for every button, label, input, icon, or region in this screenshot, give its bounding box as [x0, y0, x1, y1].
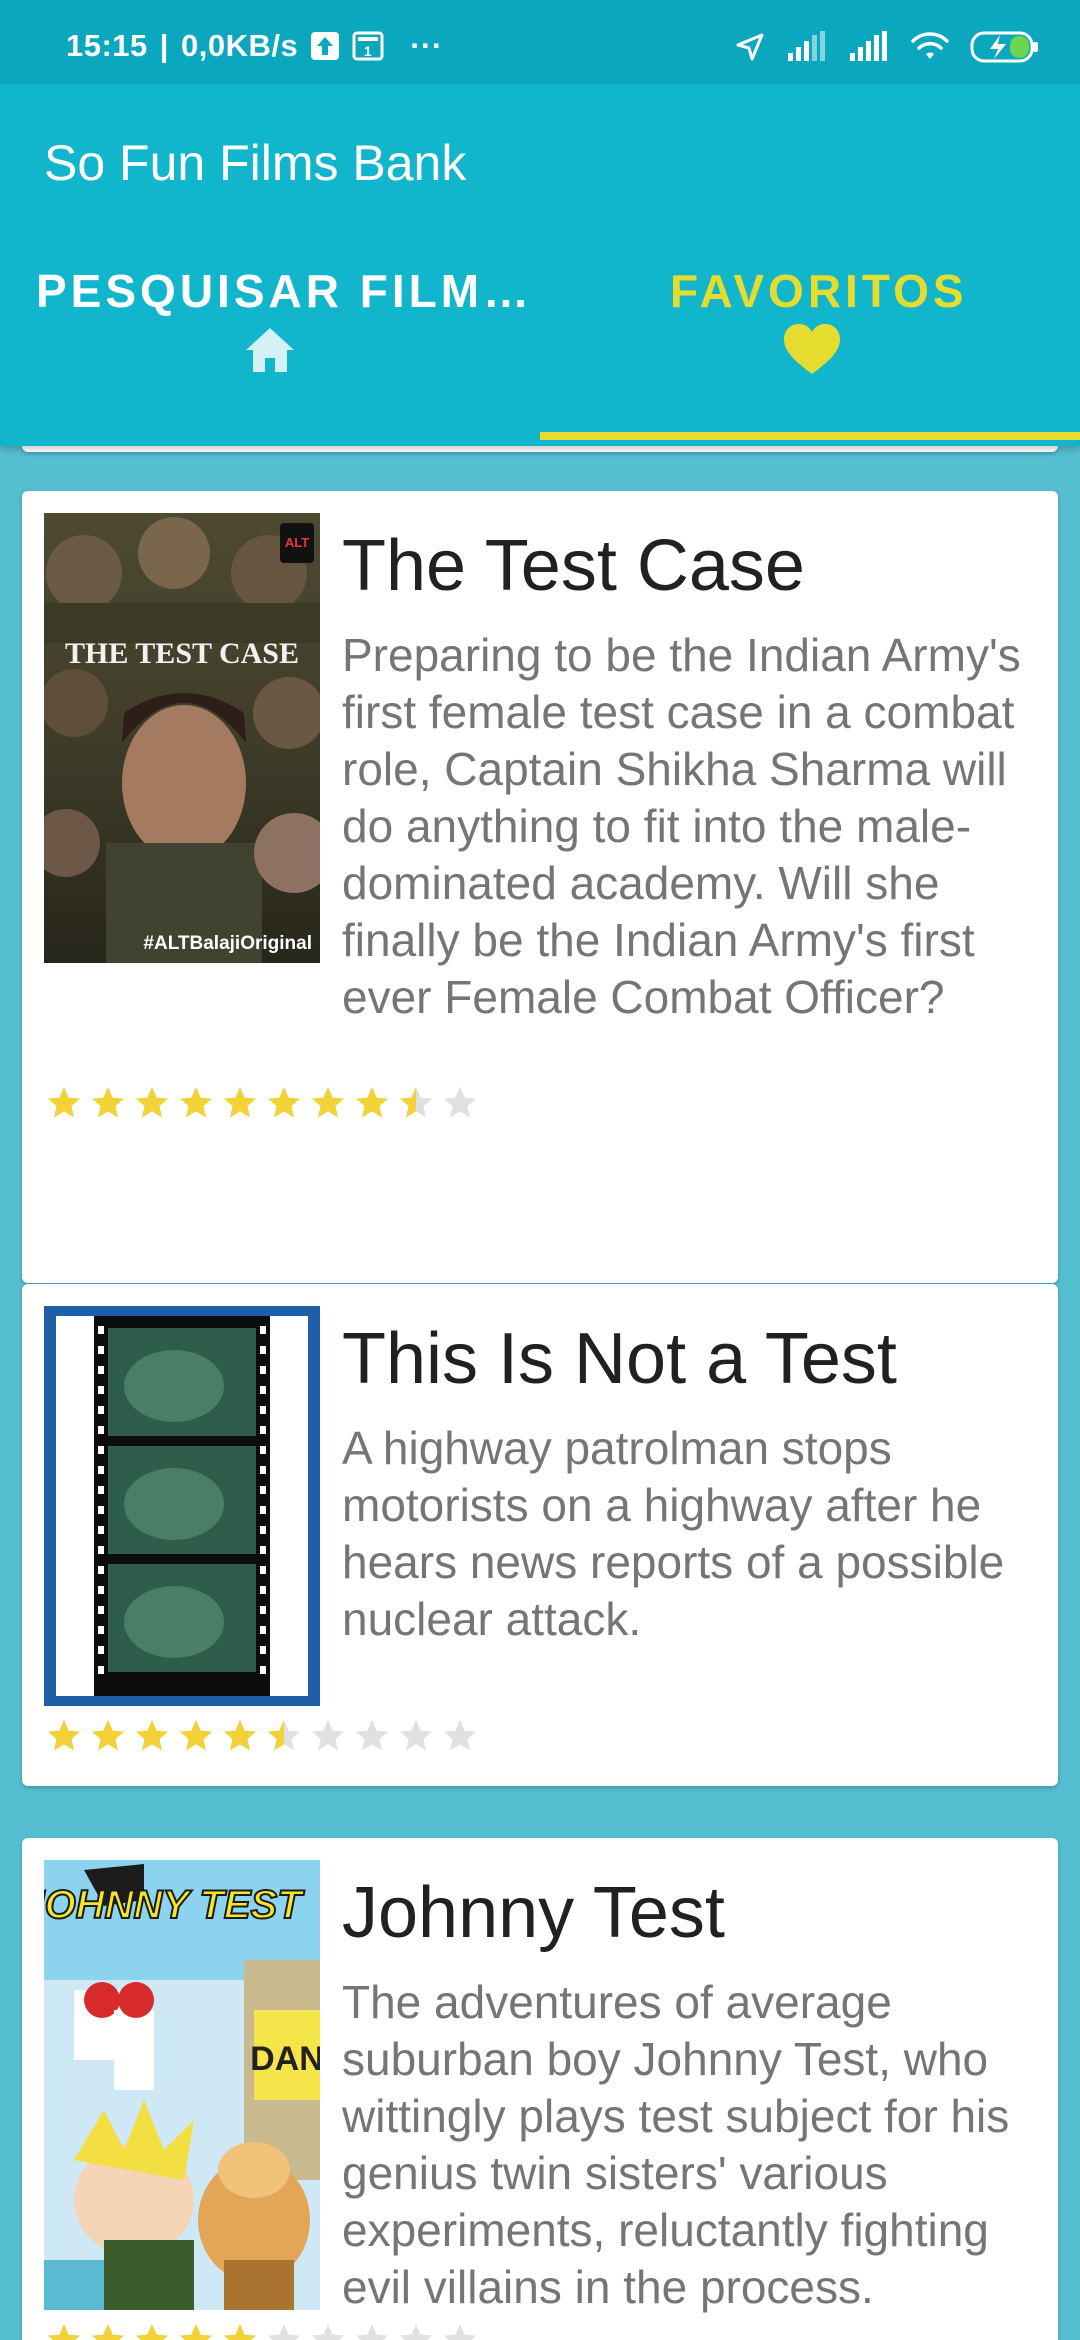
star-full-icon	[266, 1085, 302, 1121]
status-separator: |	[159, 28, 169, 63]
star-half-icon	[398, 1085, 434, 1121]
star-empty-icon	[354, 2322, 390, 2340]
poster-logo: ALT	[285, 535, 309, 550]
status-more-indicator: ···	[410, 28, 443, 63]
star-full-icon	[178, 1718, 214, 1754]
status-time: 15:15	[66, 28, 148, 63]
poster-tag: #ALTBalajiOriginal	[143, 933, 312, 954]
movie-description: The adventures of average suburban boy J…	[342, 1976, 1010, 2313]
status-right	[734, 30, 1040, 69]
poster-title-text: THE TEST CASE	[65, 637, 299, 670]
svg-text:1: 1	[364, 43, 372, 59]
star-empty-icon	[442, 1085, 478, 1121]
movie-card[interactable]: DAN JOHNNY TEST Johnny Test The adventur…	[22, 1838, 1058, 2340]
tab-search-label: PESQUISAR FILM…	[36, 265, 534, 317]
tab-search-films[interactable]: PESQUISAR FILM…	[0, 264, 540, 446]
star-full-icon	[134, 1718, 170, 1754]
star-empty-icon	[442, 1718, 478, 1754]
movie-title: This Is Not a Test	[342, 1319, 897, 1399]
tab-favorites-label: FAVORITOS	[670, 265, 968, 317]
tab-favorites[interactable]: FAVORITOS	[540, 264, 1080, 446]
star-full-icon	[90, 2322, 126, 2340]
movie-card[interactable]: ALT THE TEST CASE #ALTBalajiOriginal The…	[22, 491, 1058, 1283]
star-empty-icon	[398, 2322, 434, 2340]
tab-selected-indicator	[540, 432, 1080, 440]
star-full-icon	[134, 1085, 170, 1121]
star-full-icon	[90, 1085, 126, 1121]
app-title: So Fun Films Bank	[44, 135, 467, 191]
star-full-icon	[178, 2322, 214, 2340]
sim-icon: 1	[352, 31, 384, 61]
home-icon	[242, 322, 298, 378]
star-empty-icon	[398, 1718, 434, 1754]
poster-sign: DAN	[250, 2040, 320, 2078]
status-network-speed: 0,0KB/s	[180, 28, 299, 63]
star-half-icon	[266, 1718, 302, 1754]
rating-stars	[46, 1085, 478, 1121]
movie-poster: DAN JOHNNY TEST	[44, 1860, 320, 2310]
star-full-icon	[222, 1718, 258, 1754]
poster-title-text: JOHNNY TEST	[44, 1883, 305, 1927]
star-full-icon	[310, 1085, 346, 1121]
star-empty-icon	[310, 1718, 346, 1754]
movie-card[interactable]: This Is Not a Test A highway patrolman s…	[22, 1284, 1058, 1786]
previous-card-edge	[22, 446, 1058, 452]
movie-poster: ALT THE TEST CASE #ALTBalajiOriginal	[44, 513, 320, 963]
movie-poster	[44, 1306, 320, 1706]
signal-icon	[848, 31, 890, 68]
status-bar: 15:15 | 0,0KB/s 1 ···	[0, 0, 1080, 84]
star-empty-icon	[354, 1718, 390, 1754]
wifi-icon	[910, 31, 950, 68]
star-full-icon	[354, 1085, 390, 1121]
movie-description: Preparing to be the Indian Army's first …	[342, 629, 1021, 1023]
heart-icon	[782, 322, 840, 378]
battery-charging-icon	[970, 30, 1040, 69]
star-empty-icon	[310, 2322, 346, 2340]
star-full-icon	[46, 2322, 82, 2340]
movie-description: A highway patrolman stops motorists on a…	[342, 1422, 1005, 1645]
movie-title: Johnny Test	[342, 1873, 725, 1953]
star-empty-icon	[442, 2322, 478, 2340]
star-full-icon	[222, 2322, 258, 2340]
app-bar: So Fun Films Bank PESQUISAR FILM… FAVORI…	[0, 84, 1080, 446]
star-full-icon	[134, 2322, 170, 2340]
movie-title: The Test Case	[342, 526, 805, 606]
star-full-icon	[46, 1718, 82, 1754]
upload-icon	[310, 31, 340, 61]
location-icon	[734, 31, 766, 68]
signal-icon	[786, 31, 828, 68]
rating-stars	[46, 1718, 478, 1754]
star-full-icon	[90, 1718, 126, 1754]
star-empty-icon	[266, 2322, 302, 2340]
favorites-list[interactable]: ALT THE TEST CASE #ALTBalajiOriginal The…	[0, 446, 1080, 2340]
star-full-icon	[46, 1085, 82, 1121]
star-full-icon	[222, 1085, 258, 1121]
rating-stars	[46, 2322, 478, 2340]
star-full-icon	[178, 1085, 214, 1121]
status-left: 15:15 | 0,0KB/s 1 ···	[66, 28, 443, 64]
